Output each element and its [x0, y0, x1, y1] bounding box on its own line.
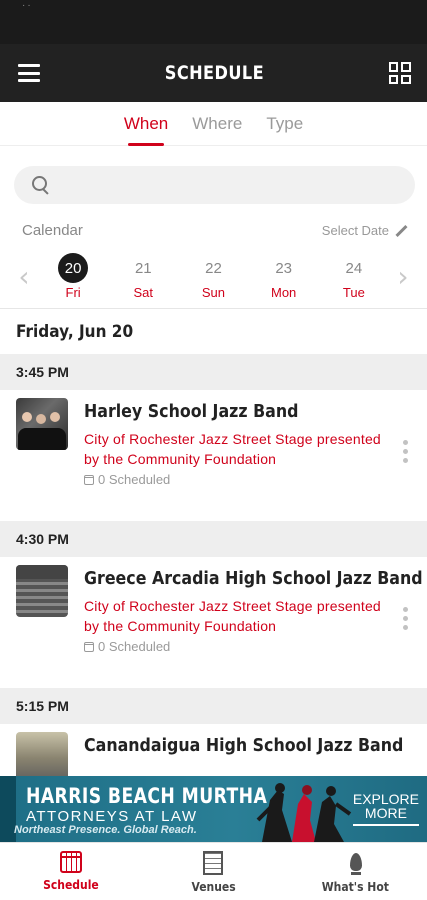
day-name: Mon	[271, 285, 297, 300]
ad-subtitle: ATTORNEYS AT LAW	[26, 808, 198, 825]
search-icon	[32, 176, 50, 194]
search-bar[interactable]	[14, 166, 415, 204]
status-bar: ··	[0, 0, 427, 44]
day-name: Sun	[201, 285, 226, 300]
calendar-small-icon	[84, 474, 94, 485]
day-item[interactable]: 23 Mon	[257, 253, 311, 301]
event-scheduled: 0 Scheduled	[84, 639, 387, 654]
day-name: Sat	[133, 285, 154, 300]
day-name: Fri	[65, 285, 81, 300]
day-item[interactable]: 22 Sun	[186, 253, 240, 301]
app-bar: SCHEDULE	[0, 44, 427, 102]
event-row[interactable]: Harley School Jazz Band City of Rocheste…	[0, 390, 427, 521]
event-venue: City of Rochester Jazz Street Stage pres…	[84, 431, 381, 467]
event-row[interactable]: Greece Arcadia High School Jazz Band Cit…	[0, 557, 427, 688]
menu-icon[interactable]	[18, 64, 40, 82]
date-strip: ‹ 20 Fri 21 Sat 22 Sun 23 Mon 24 Tue ›	[0, 245, 427, 309]
time-header: 3:45 PM	[0, 354, 427, 390]
filter-tabs: When Where Type	[0, 102, 427, 146]
date-heading-text: Friday, Jun 20	[16, 321, 134, 342]
scheduled-count: 0 Scheduled	[98, 472, 171, 487]
day-item[interactable]: 20 Fri	[46, 253, 100, 300]
select-date-label: Select Date	[321, 223, 389, 238]
ad-banner[interactable]: HARRIS BEACH MURTHA ATTORNEYS AT LAW Nor…	[0, 776, 427, 842]
nav-venues[interactable]: Venues	[153, 843, 273, 900]
ad-tagline: Northeast Presence. Global Reach.	[14, 824, 197, 836]
calendar-small-icon	[84, 641, 94, 652]
tab-when[interactable]: When	[124, 102, 168, 146]
select-date-button[interactable]: Select Date	[322, 223, 407, 238]
building-icon	[203, 851, 224, 875]
nav-label: What's Hot	[322, 880, 390, 894]
time-header: 4:30 PM	[0, 521, 427, 557]
day-number: 21	[134, 259, 152, 277]
day-number: 22	[205, 259, 222, 277]
event-title: Harley School Jazz Band	[84, 401, 299, 422]
ad-cta-line1: EXPLORE	[352, 791, 419, 807]
event-thumbnail	[16, 565, 68, 617]
ad-illustration	[256, 783, 352, 842]
search-container	[0, 146, 427, 204]
ad-explore-button[interactable]: EXPLORE MORE	[352, 791, 419, 826]
day-list: 20 Fri 21 Sat 22 Sun 23 Mon 24 Tue	[34, 253, 393, 300]
calendar-label: Calendar	[22, 222, 83, 239]
nav-whats-hot[interactable]: What's Hot	[296, 843, 416, 900]
status-bar-notch-dots: ··	[22, 0, 33, 11]
search-input[interactable]	[60, 176, 415, 194]
event-scheduled: 0 Scheduled	[84, 472, 387, 487]
nav-label: Venues	[191, 880, 236, 894]
ad-cta-underline	[352, 824, 419, 826]
ad-title: HARRIS BEACH MURTHA	[26, 784, 268, 808]
event-title: Canandaigua High School Jazz Band	[84, 735, 404, 756]
ad-cta-line2: MORE	[364, 805, 407, 821]
chevron-right-icon[interactable]: ›	[393, 262, 413, 291]
more-options-icon[interactable]	[403, 607, 409, 630]
event-thumbnail	[16, 398, 68, 450]
day-number: 24	[345, 259, 363, 277]
nav-label: Schedule	[43, 878, 99, 892]
grid-view-icon[interactable]	[388, 62, 411, 84]
day-number: 23	[275, 259, 292, 277]
calendar-header: Calendar Select Date	[0, 204, 427, 239]
event-venue: City of Rochester Jazz Street Stage pres…	[84, 598, 381, 634]
more-options-icon[interactable]	[403, 440, 409, 463]
day-item[interactable]: 24 Tue	[327, 253, 381, 301]
scheduled-count: 0 Scheduled	[98, 639, 171, 654]
calendar-icon	[60, 851, 83, 873]
day-name: Tue	[342, 285, 365, 300]
day-item[interactable]: 21 Sat	[116, 253, 170, 301]
day-number: 20	[58, 253, 89, 283]
time-header: 5:15 PM	[0, 688, 427, 724]
page-title: SCHEDULE	[164, 62, 265, 84]
chevron-left-icon[interactable]: ‹	[14, 262, 34, 291]
tab-where[interactable]: Where	[192, 102, 242, 146]
tab-type[interactable]: Type	[266, 102, 303, 146]
pencil-icon	[395, 225, 407, 237]
bottom-nav: Schedule Venues What's Hot	[0, 842, 427, 900]
event-title: Greece Arcadia High School Jazz Band	[84, 568, 423, 589]
nav-schedule[interactable]: Schedule	[11, 843, 131, 900]
date-heading: Friday, Jun 20	[0, 309, 427, 354]
flame-icon	[348, 851, 364, 875]
